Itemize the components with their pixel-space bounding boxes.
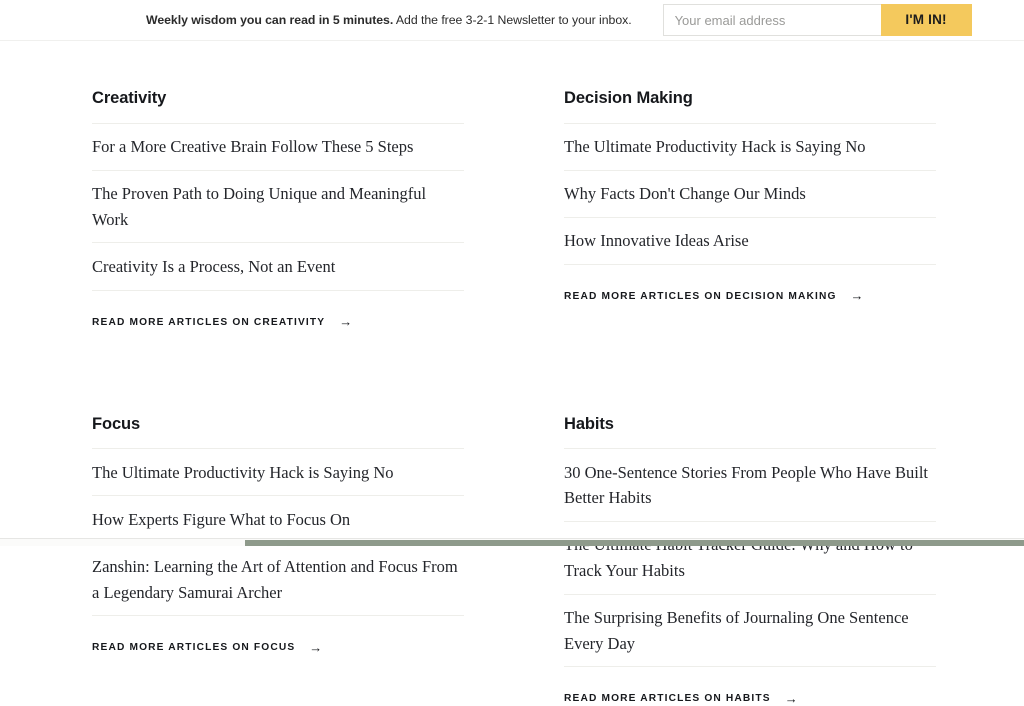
read-more-label: READ MORE ARTICLES ON DECISION MAKING — [564, 290, 837, 302]
article-link[interactable]: The Ultimate Habit Tracker Guide: Why an… — [564, 522, 936, 594]
column-gap — [464, 415, 564, 706]
read-more-link-focus[interactable]: READ MORE ARTICLES ON FOCUS → — [92, 641, 323, 654]
category-block-habits: Habits 30 One-Sentence Stories From Peop… — [564, 415, 936, 706]
category-row-2: Focus The Ultimate Productivity Hack is … — [0, 415, 1024, 706]
article-list: 30 One-Sentence Stories From People Who … — [564, 448, 936, 668]
row-gap — [0, 330, 1024, 415]
article-link[interactable]: For a More Creative Brain Follow These 5… — [92, 124, 464, 170]
list-item: How Experts Figure What to Focus On — [92, 496, 464, 544]
read-more-link-creativity[interactable]: READ MORE ARTICLES ON CREATIVITY → — [92, 314, 354, 330]
read-more-label: READ MORE ARTICLES ON FOCUS — [92, 642, 296, 654]
article-link[interactable]: Zanshin: Learning the Art of Attention a… — [92, 543, 464, 615]
arrow-right-icon: → — [784, 690, 799, 706]
list-item: The Proven Path to Doing Unique and Mean… — [92, 171, 464, 244]
article-link[interactable]: The Ultimate Productivity Hack is Saying… — [92, 449, 464, 495]
category-grid: Creativity For a More Creative Brain Fol… — [0, 41, 1024, 705]
article-list: For a More Creative Brain Follow These 5… — [92, 122, 464, 291]
horizontal-scrollbar-thumb[interactable] — [245, 540, 1024, 546]
arrow-right-icon: → — [850, 288, 865, 304]
article-link[interactable]: How Experts Figure What to Focus On — [92, 496, 464, 542]
read-more-label: READ MORE ARTICLES ON CREATIVITY — [92, 316, 326, 328]
category-title: Decision Making — [564, 89, 693, 107]
article-link[interactable]: The Surprising Benefits of Journaling On… — [564, 595, 936, 667]
newsletter-form: I'M IN! — [662, 4, 972, 36]
category-title: Focus — [92, 414, 141, 433]
list-item: 30 One-Sentence Stories From People Who … — [564, 449, 936, 522]
category-title: Creativity — [92, 89, 167, 107]
article-link[interactable]: Creativity Is a Process, Not an Event — [92, 243, 464, 289]
article-link[interactable]: The Proven Path to Doing Unique and Mean… — [92, 171, 464, 243]
article-link[interactable]: Why Facts Don't Change Our Minds — [564, 171, 936, 217]
list-item: The Ultimate Habit Tracker Guide: Why an… — [564, 522, 936, 595]
newsletter-headline-rest: Add the free 3-2-1 Newsletter to your in… — [393, 12, 632, 27]
category-title: Habits — [564, 414, 614, 433]
list-item: How Innovative Ideas Arise — [564, 218, 936, 265]
email-input[interactable] — [662, 4, 881, 36]
article-link[interactable]: The Ultimate Productivity Hack is Saying… — [564, 124, 936, 170]
category-block-focus: Focus The Ultimate Productivity Hack is … — [92, 415, 464, 706]
newsletter-inner: Weekly wisdom you can read in 5 minutes.… — [0, 4, 1024, 36]
arrow-right-icon: → — [339, 314, 354, 330]
list-item: The Surprising Benefits of Journaling On… — [564, 595, 936, 668]
list-item: Zanshin: Learning the Art of Attention a… — [92, 543, 464, 617]
list-item: Why Facts Don't Change Our Minds — [564, 171, 936, 218]
article-list: The Ultimate Productivity Hack is Saying… — [92, 448, 464, 617]
read-more-label: READ MORE ARTICLES ON HABITS — [564, 693, 771, 705]
newsletter-submit-button[interactable]: I'M IN! — [880, 4, 972, 36]
newsletter-headline-bold: Weekly wisdom you can read in 5 minutes. — [146, 12, 394, 27]
read-more-link-decision-making[interactable]: READ MORE ARTICLES ON DECISION MAKING → — [564, 288, 865, 304]
category-block-creativity: Creativity For a More Creative Brain Fol… — [92, 89, 464, 330]
list-item: The Ultimate Productivity Hack is Saying… — [564, 124, 936, 171]
horizontal-scrollbar[interactable] — [0, 538, 1024, 546]
column-gap — [464, 89, 564, 330]
category-block-decision-making: Decision Making The Ultimate Productivit… — [564, 89, 936, 330]
article-link[interactable]: How Innovative Ideas Arise — [564, 218, 936, 264]
list-item: The Ultimate Productivity Hack is Saying… — [92, 449, 464, 497]
category-row-1: Creativity For a More Creative Brain Fol… — [0, 41, 1024, 330]
newsletter-headline: Weekly wisdom you can read in 5 minutes.… — [146, 14, 632, 26]
article-link[interactable]: 30 One-Sentence Stories From People Who … — [564, 449, 936, 521]
article-list: The Ultimate Productivity Hack is Saying… — [564, 122, 936, 265]
newsletter-signup-bar: Weekly wisdom you can read in 5 minutes.… — [0, 0, 1024, 41]
list-item: For a More Creative Brain Follow These 5… — [92, 124, 464, 171]
arrow-right-icon: → — [309, 639, 324, 655]
read-more-link-habits[interactable]: READ MORE ARTICLES ON HABITS → — [564, 692, 799, 705]
list-item: Creativity Is a Process, Not an Event — [92, 243, 464, 291]
